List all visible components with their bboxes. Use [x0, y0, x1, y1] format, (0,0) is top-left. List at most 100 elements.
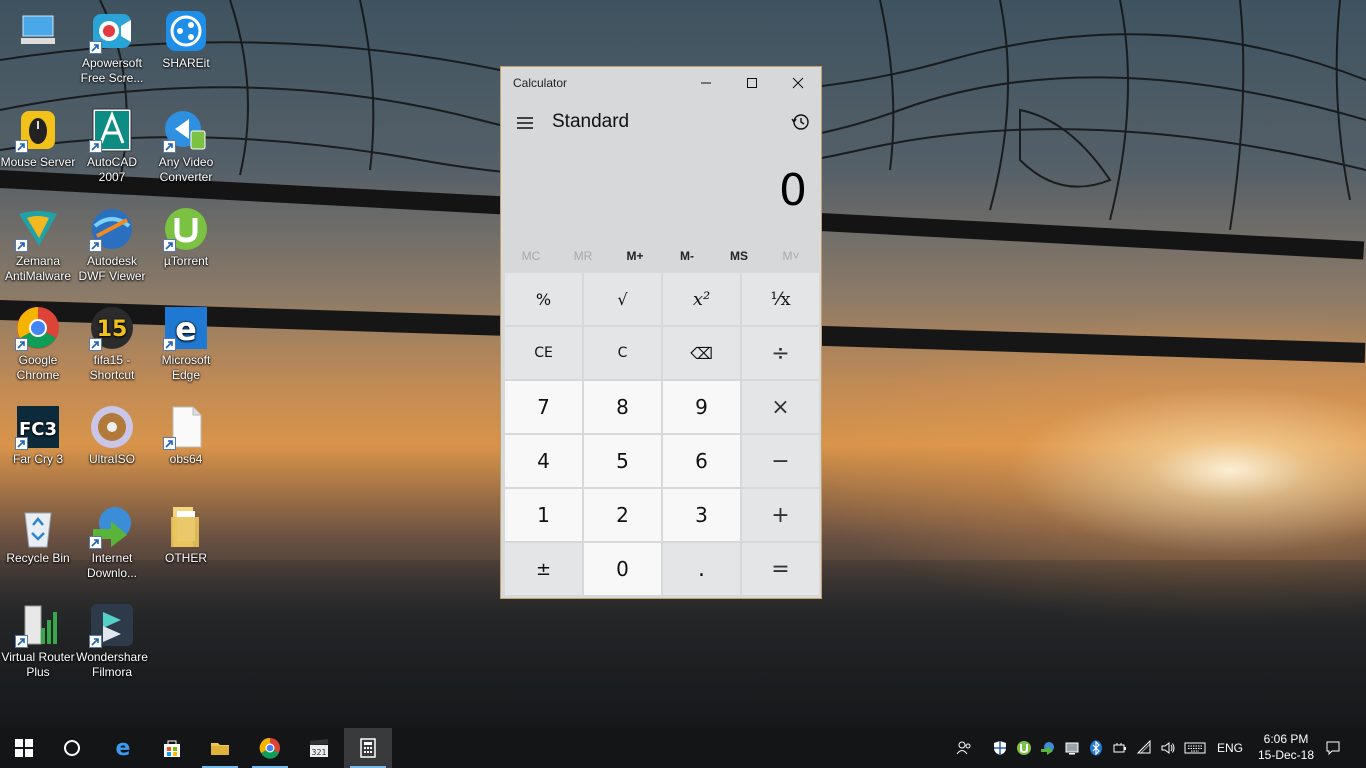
- desktop-icon-shareit[interactable]: SHAREit: [148, 8, 224, 71]
- battery-plug-icon: [1113, 743, 1126, 753]
- desktop-icon-virtual-router[interactable]: Virtual Router Plus: [0, 602, 76, 680]
- decimal-point-button[interactable]: .: [663, 543, 740, 595]
- shield-icon: [994, 741, 1006, 755]
- store-bag-icon: [164, 740, 180, 757]
- clock[interactable]: 6:06 PM 15-Dec-18: [1250, 731, 1322, 763]
- memory-list-button[interactable]: M˅: [765, 245, 817, 271]
- close-button[interactable]: [775, 67, 821, 99]
- taskbar-video-app[interactable]: 321: [295, 728, 343, 768]
- memory-add-button[interactable]: M+: [609, 245, 661, 271]
- digit-0-button[interactable]: 0: [584, 543, 661, 595]
- desktop-icon-recycle-bin[interactable]: Recycle Bin: [0, 503, 76, 566]
- start-button[interactable]: [0, 728, 48, 768]
- desktop-icon-other-folder[interactable]: OTHER: [148, 503, 224, 566]
- digit-2-button[interactable]: 2: [584, 489, 661, 541]
- multiply-button[interactable]: ×: [742, 381, 819, 433]
- tray-bluetooth[interactable]: [1086, 728, 1106, 768]
- desktop-icon-edge[interactable]: e Microsoft Edge: [148, 305, 224, 383]
- equals-button[interactable]: =: [742, 543, 819, 595]
- digit-5-button[interactable]: 5: [584, 435, 661, 487]
- shortcut-arrow-icon: [15, 437, 28, 450]
- square-button[interactable]: x²: [663, 273, 740, 325]
- memory-clear-button[interactable]: MC: [505, 245, 557, 271]
- memory-store-button[interactable]: MS: [713, 245, 765, 271]
- taskbar-store[interactable]: [148, 728, 196, 768]
- minimize-icon: [701, 82, 711, 84]
- monitor-icon: [1065, 742, 1079, 755]
- language-indicator[interactable]: ENG: [1212, 728, 1248, 768]
- folder-icon: [211, 743, 229, 755]
- title-bar[interactable]: Calculator: [501, 67, 821, 99]
- close-icon: [792, 77, 804, 89]
- digit-4-button[interactable]: 4: [505, 435, 582, 487]
- square-root-button[interactable]: √: [584, 273, 661, 325]
- hamburger-menu-icon[interactable]: [515, 113, 535, 133]
- desktop-icon-obs64[interactable]: obs64: [148, 404, 224, 467]
- backspace-button[interactable]: ⌫: [663, 327, 740, 379]
- taskbar-file-explorer[interactable]: [196, 728, 244, 768]
- tray-security[interactable]: [990, 728, 1010, 768]
- maximize-button[interactable]: [729, 67, 775, 99]
- windows-logo-icon: [15, 739, 33, 757]
- wifi-icon: [1136, 740, 1151, 754]
- desktop-icon-computer[interactable]: [0, 8, 76, 56]
- shortcut-arrow-icon: [89, 536, 102, 549]
- percent-button[interactable]: %: [505, 273, 582, 325]
- desktop-icon-autocad[interactable]: AutoCAD 2007: [74, 107, 150, 185]
- digit-7-button[interactable]: 7: [505, 381, 582, 433]
- desktop-icon-utorrent[interactable]: µTorrent: [148, 206, 224, 269]
- desktop-icon-apowersoft[interactable]: Apowersoft Free Scre...: [74, 8, 150, 86]
- memory-recall-button[interactable]: MR: [557, 245, 609, 271]
- calculator-window: Calculator Standard 0 MC MR M+ M- MS M˅ …: [500, 66, 822, 599]
- tray-battery[interactable]: [1110, 728, 1130, 768]
- negate-button[interactable]: ±: [505, 543, 582, 595]
- clear-entry-button[interactable]: CE: [505, 327, 582, 379]
- desktop-icon-zemana[interactable]: Zemana AntiMalware: [0, 206, 76, 284]
- desktop-icon-dwf-viewer[interactable]: Autodesk DWF Viewer: [74, 206, 150, 284]
- taskbar-calculator[interactable]: [344, 728, 392, 768]
- tray-idm[interactable]: [1038, 728, 1058, 768]
- tray-touch-keyboard[interactable]: [1182, 728, 1208, 768]
- tray-app[interactable]: [1062, 728, 1082, 768]
- shareit-icon: [166, 11, 206, 51]
- desktop-icon-fifa15[interactable]: 15 fifa15 - Shortcut: [74, 305, 150, 383]
- desktop-icon-any-video-converter[interactable]: Any Video Converter: [148, 107, 224, 185]
- digit-6-button[interactable]: 6: [663, 435, 740, 487]
- memory-subtract-button[interactable]: M-: [661, 245, 713, 271]
- ultraiso-icon: [91, 406, 133, 448]
- desktop-icon-chrome[interactable]: Google Chrome: [0, 305, 76, 383]
- action-center-button[interactable]: [1318, 728, 1348, 768]
- desktop-icon-farcry3[interactable]: FC3 Far Cry 3: [0, 404, 76, 467]
- people-button[interactable]: [952, 728, 976, 768]
- digit-3-button[interactable]: 3: [663, 489, 740, 541]
- add-button[interactable]: +: [742, 489, 819, 541]
- taskbar-edge[interactable]: e: [99, 728, 147, 768]
- desktop-icon-ultraiso[interactable]: UltraISO: [74, 404, 150, 467]
- desktop-icon-filmora[interactable]: Wondershare Filmora: [74, 602, 150, 680]
- clear-button[interactable]: C: [584, 327, 661, 379]
- utorrent-icon: [1017, 741, 1031, 755]
- tray-volume[interactable]: [1158, 728, 1178, 768]
- history-icon[interactable]: [789, 111, 811, 133]
- tray-network[interactable]: [1134, 728, 1154, 768]
- minimize-button[interactable]: [683, 67, 729, 99]
- window-title: Calculator: [513, 76, 568, 90]
- digit-9-button[interactable]: 9: [663, 381, 740, 433]
- tray-utorrent[interactable]: [1014, 728, 1034, 768]
- recycle-bin-icon: [24, 512, 52, 548]
- shortcut-arrow-icon: [163, 338, 176, 351]
- desktop-icon-idm[interactable]: Internet Downlo...: [74, 503, 150, 581]
- svg-text:e: e: [175, 310, 197, 348]
- desktop-icon-mouse-server[interactable]: Mouse Server: [0, 107, 76, 170]
- subtract-button[interactable]: −: [742, 435, 819, 487]
- notification-icon: [1326, 741, 1340, 756]
- shortcut-arrow-icon: [163, 239, 176, 252]
- reciprocal-button[interactable]: ¹⁄x: [742, 273, 819, 325]
- digit-1-button[interactable]: 1: [505, 489, 582, 541]
- shortcut-arrow-icon: [15, 338, 28, 351]
- cortana-button[interactable]: [48, 728, 96, 768]
- digit-8-button[interactable]: 8: [584, 381, 661, 433]
- divide-button[interactable]: ÷: [742, 327, 819, 379]
- result-display: 0: [779, 165, 807, 216]
- taskbar-chrome[interactable]: [246, 728, 294, 768]
